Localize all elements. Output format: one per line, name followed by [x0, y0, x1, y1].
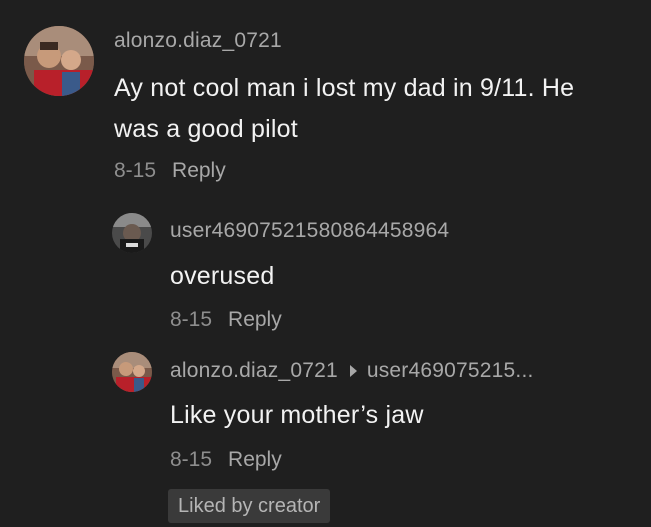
reply-button[interactable]: Reply — [228, 448, 282, 471]
triangle-right-icon — [349, 364, 357, 377]
comment-meta: 8-15 Reply — [114, 159, 226, 183]
comment-text-line: Ay not cool man i lost my dad in 9/11. H… — [114, 74, 575, 102]
comment-username[interactable]: alonzo.diaz_0721 — [170, 359, 338, 382]
avatar[interactable] — [24, 26, 94, 96]
reply-button[interactable]: Reply — [172, 159, 226, 182]
comment-item: alonzo.diaz_0721 Ay not cool man i lost … — [0, 0, 651, 200]
comment-username[interactable]: user46907521580864458964 — [170, 219, 449, 243]
comment-meta: 8-15 Reply — [170, 308, 282, 332]
reply-item: alonzo.diaz_0721 user469075215... Like yo… — [0, 340, 651, 527]
avatar[interactable] — [112, 352, 152, 392]
comment-username[interactable]: alonzo.diaz_0721 — [114, 29, 282, 53]
comment-text: Like your mother’s jaw — [170, 401, 424, 429]
reply-header: alonzo.diaz_0721 user469075215... — [170, 359, 534, 383]
reply-to-username[interactable]: user469075215... — [367, 359, 534, 382]
comment-text: overused — [170, 262, 275, 290]
reply-item: user46907521580864458964 overused 8-15 Re… — [0, 200, 651, 340]
comment-date: 8-15 — [170, 308, 213, 331]
comment-meta: 8-15 Reply — [170, 448, 282, 472]
reply-button[interactable]: Reply — [228, 308, 282, 331]
avatar[interactable] — [112, 213, 152, 253]
comment-text-line: was a good pilot — [114, 115, 298, 143]
comment-date: 8-15 — [114, 159, 157, 182]
comment-date: 8-15 — [170, 448, 213, 471]
liked-by-creator-badge: Liked by creator — [168, 489, 331, 523]
